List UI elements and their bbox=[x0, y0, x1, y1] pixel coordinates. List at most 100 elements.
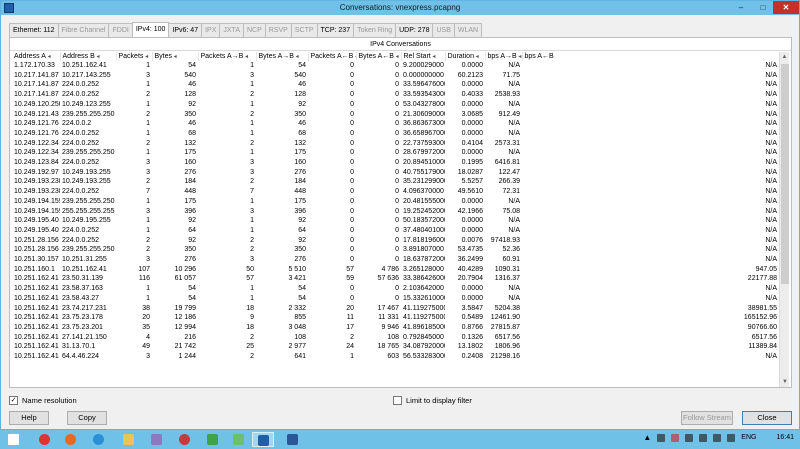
tab-fibre-channel[interactable]: Fibre Channel bbox=[57, 23, 110, 37]
table-row[interactable]: 10.251.162.41 23.75.23.201 35 12 994 18 3 048… bbox=[12, 323, 779, 333]
column-header[interactable]: Bytes ◂ bbox=[152, 52, 199, 61]
taskbar-app-word-icon[interactable] bbox=[282, 432, 304, 447]
table-cell: 0.000000000 bbox=[403, 71, 444, 79]
table-row[interactable]: 10.251.160.1 10.251.162.41 107 10 296 50 5 51… bbox=[12, 265, 779, 275]
tray-alert-icon[interactable] bbox=[671, 433, 680, 442]
taskbar-app-green-icon[interactable] bbox=[202, 432, 224, 447]
table-row[interactable]: 10.249.120.250 10.249.123.255 1 92 1 92 0 0 53.0… bbox=[12, 100, 779, 110]
vertical-scrollbar[interactable]: ▲ ▼ bbox=[779, 52, 789, 387]
scroll-up-icon[interactable]: ▲ bbox=[780, 52, 789, 62]
table-row[interactable]: 10.249.121.43 239.255.255.250 2 350 2 350 0 0 21… bbox=[12, 110, 779, 120]
table-row[interactable]: 10.249.193.238 224.0.0.252 7 448 7 448 0 0 4.096… bbox=[12, 187, 779, 197]
tray-volume-icon[interactable] bbox=[727, 433, 736, 442]
table-row[interactable]: 10.251.162.41 23.58.43.27 1 54 1 54 0 0 15.33261… bbox=[12, 294, 779, 304]
tab-ncp[interactable]: NCP bbox=[243, 23, 266, 37]
close-button[interactable]: Close bbox=[742, 411, 792, 425]
table-row[interactable]: 10.251.162.41 23.74.217.231 38 19 799 18 2 33… bbox=[12, 304, 779, 314]
copy-button[interactable]: Copy bbox=[67, 411, 107, 425]
scroll-down-icon[interactable]: ▼ bbox=[780, 377, 790, 387]
scroll-thumb[interactable] bbox=[781, 64, 789, 284]
column-header[interactable]: Packets A→B ◂ bbox=[198, 52, 257, 61]
limit-filter-checkbox[interactable] bbox=[393, 396, 402, 405]
taskbar-app-firefox-icon[interactable] bbox=[60, 432, 82, 447]
table-row[interactable]: 10.217.141.87 10.217.143.255 3 540 3 540 0 0 0.0… bbox=[12, 71, 779, 81]
language-indicator[interactable]: ENG bbox=[741, 434, 756, 441]
name-resolution-option[interactable]: ✓ Name resolution bbox=[9, 396, 77, 405]
tab-wlan[interactable]: WLAN bbox=[453, 23, 483, 37]
column-header[interactable]: bps A→B ◂ bbox=[485, 52, 523, 61]
table-row[interactable]: 10.217.141.87 224.0.0.252 1 46 1 46 0 0 33.59647… bbox=[12, 80, 779, 90]
tray-network-icon[interactable] bbox=[713, 433, 722, 442]
column-header[interactable]: Bytes A←B ◂ bbox=[356, 52, 402, 61]
table-row[interactable]: 10.249.123.84 224.0.0.252 3 160 3 160 0 0 20.894… bbox=[12, 158, 779, 168]
table-row[interactable]: 10.249.121.76 224.0.0.2 1 46 1 46 0 0 36.8636730… bbox=[12, 119, 779, 129]
tab-usb[interactable]: USB bbox=[432, 23, 455, 37]
table-row[interactable]: 10.249.122.34 224.0.0.252 2 132 2 132 0 0 22.737… bbox=[12, 139, 779, 149]
table-row[interactable]: 10.251.162.41 64.4.46.224 3 1 244 2 641 1 603 56… bbox=[12, 352, 779, 362]
table-row[interactable]: 10.251.162.41 23.75.23.178 20 12 186 9 855 11 1… bbox=[12, 313, 779, 323]
table-row[interactable]: 10.251.162.41 31.13.70.1 49 21 742 25 2 977 24… bbox=[12, 342, 779, 352]
column-header[interactable]: bps A←B bbox=[522, 52, 779, 61]
table-cell: 0 bbox=[395, 226, 399, 234]
column-header[interactable]: Bytes A→B ◂ bbox=[256, 52, 309, 61]
column-header[interactable]: Address B ◂ bbox=[60, 52, 117, 61]
column-header[interactable]: Packets ◂ bbox=[116, 52, 153, 61]
table-row[interactable]: 10.249.195.40 224.0.0.252 1 64 1 64 0 0 37.48040… bbox=[12, 226, 779, 236]
column-header[interactable]: Rel Start ◂ bbox=[401, 52, 446, 61]
tray-arrow-icon[interactable]: ▲ bbox=[643, 433, 651, 442]
table-row[interactable]: 10.251.162.41 23.58.37.163 1 54 1 54 0 0 2.10364… bbox=[12, 284, 779, 294]
tab-token-ring[interactable]: Token Ring bbox=[353, 23, 397, 37]
tab-fddi[interactable]: FDDI bbox=[108, 23, 133, 37]
table-row[interactable]: 10.251.162.41 23.50.31.139 116 61 057 57 3 42… bbox=[12, 274, 779, 284]
taskbar-app-network-icon[interactable] bbox=[146, 432, 168, 447]
tab-ipv6-47[interactable]: IPv6: 47 bbox=[168, 23, 203, 37]
tab-ipx[interactable]: IPX bbox=[201, 23, 221, 37]
taskbar-app-wireshark-icon[interactable] bbox=[252, 432, 274, 447]
column-header[interactable]: Duration ◂ bbox=[445, 52, 486, 61]
table-row[interactable]: 10.249.195.40 10.249.195.255 1 92 1 92 0 0 50.18… bbox=[12, 216, 779, 226]
table-row[interactable]: 10.217.141.87 224.0.0.252 2 128 2 128 0 0 33.593… bbox=[12, 90, 779, 100]
table-row[interactable]: 10.251.30.157 10.251.31.255 3 276 3 276 0 0 18.6… bbox=[12, 255, 779, 265]
column-header[interactable]: Address A ◂ bbox=[12, 52, 61, 61]
start-icon[interactable] bbox=[8, 434, 19, 445]
tab-jxta[interactable]: JXTA bbox=[219, 23, 244, 37]
tab-rsvp[interactable]: RSVP bbox=[264, 23, 292, 37]
tab-ipv4-100[interactable]: IPv4: 100 bbox=[131, 22, 170, 37]
help-button[interactable]: Help bbox=[9, 411, 49, 425]
tray-flag-icon[interactable] bbox=[685, 433, 694, 442]
tab-udp-278[interactable]: UDP: 278 bbox=[395, 23, 434, 37]
title-bar[interactable]: Conversations: vnexpress.pcapng – □ ✕ bbox=[1, 1, 799, 15]
table-row[interactable]: 10.249.193.238 10.249.193.255 2 184 2 184 0 0 35… bbox=[12, 177, 779, 187]
taskbar-app-media-icon[interactable] bbox=[34, 432, 56, 447]
follow-stream-button[interactable]: Follow Stream bbox=[681, 411, 733, 425]
clock[interactable]: 16:41 bbox=[776, 434, 794, 441]
tray-monitor-icon[interactable] bbox=[699, 433, 708, 442]
taskbar-app-explorer-icon[interactable] bbox=[118, 432, 140, 447]
limit-filter-option[interactable]: Limit to display filter bbox=[393, 396, 472, 405]
table-cell: 2573.31 bbox=[494, 139, 520, 147]
close-icon[interactable]: ✕ bbox=[773, 1, 799, 14]
taskbar-app-red-icon[interactable] bbox=[174, 432, 196, 447]
tab-ethernet-112[interactable]: Ethernet: 112 bbox=[9, 23, 59, 37]
table-row[interactable]: 10.251.28.156 239.255.255.250 2 350 2 350 0 0 3.… bbox=[12, 245, 779, 255]
table-row[interactable]: 10.249.121.76 224.0.0.252 1 68 1 68 0 0 36.65896… bbox=[12, 129, 779, 139]
minimize-icon[interactable]: – bbox=[731, 1, 751, 14]
table-row[interactable]: 10.249.192.97 10.249.193.255 3 276 3 276 0 0 40.… bbox=[12, 168, 779, 178]
table-cell: 23.74.217.231 bbox=[62, 304, 107, 312]
column-header[interactable]: Packets A←B ◂ bbox=[308, 52, 357, 61]
name-resolution-checkbox[interactable]: ✓ bbox=[9, 396, 18, 405]
maximize-icon[interactable]: □ bbox=[753, 1, 773, 14]
tab-tcp-237[interactable]: TCP: 237 bbox=[316, 23, 355, 37]
table-row[interactable]: 10.249.122.34 239.255.255.250 1 175 1 175 0 0 28… bbox=[12, 148, 779, 158]
table-row[interactable]: 10.251.28.156 224.0.0.252 2 92 2 92 0 0 17.81819… bbox=[12, 236, 779, 246]
table-row[interactable]: 1.172.170.33 10.251.162.41 1 54 1 54 0 0 9.20002… bbox=[12, 61, 779, 71]
table-cell: 224.0.0.252 bbox=[62, 81, 99, 89]
taskbar-app-chat-icon[interactable] bbox=[228, 432, 250, 447]
table-cell: 1 bbox=[146, 197, 150, 205]
table-row[interactable]: 10.251.162.41 27.141.21.150 4 216 2 108 2 108 0.… bbox=[12, 333, 779, 343]
table-row[interactable]: 10.249.194.159 255.255.255.255 3 396 3 396 0 0 1… bbox=[12, 207, 779, 217]
tray-app-icon[interactable] bbox=[657, 433, 666, 442]
taskbar-app-ie-icon[interactable] bbox=[88, 432, 110, 447]
tab-sctp[interactable]: SCTP bbox=[290, 23, 318, 37]
table-row[interactable]: 10.249.194.159 239.255.255.250 1 175 1 175 0 0 2… bbox=[12, 197, 779, 207]
